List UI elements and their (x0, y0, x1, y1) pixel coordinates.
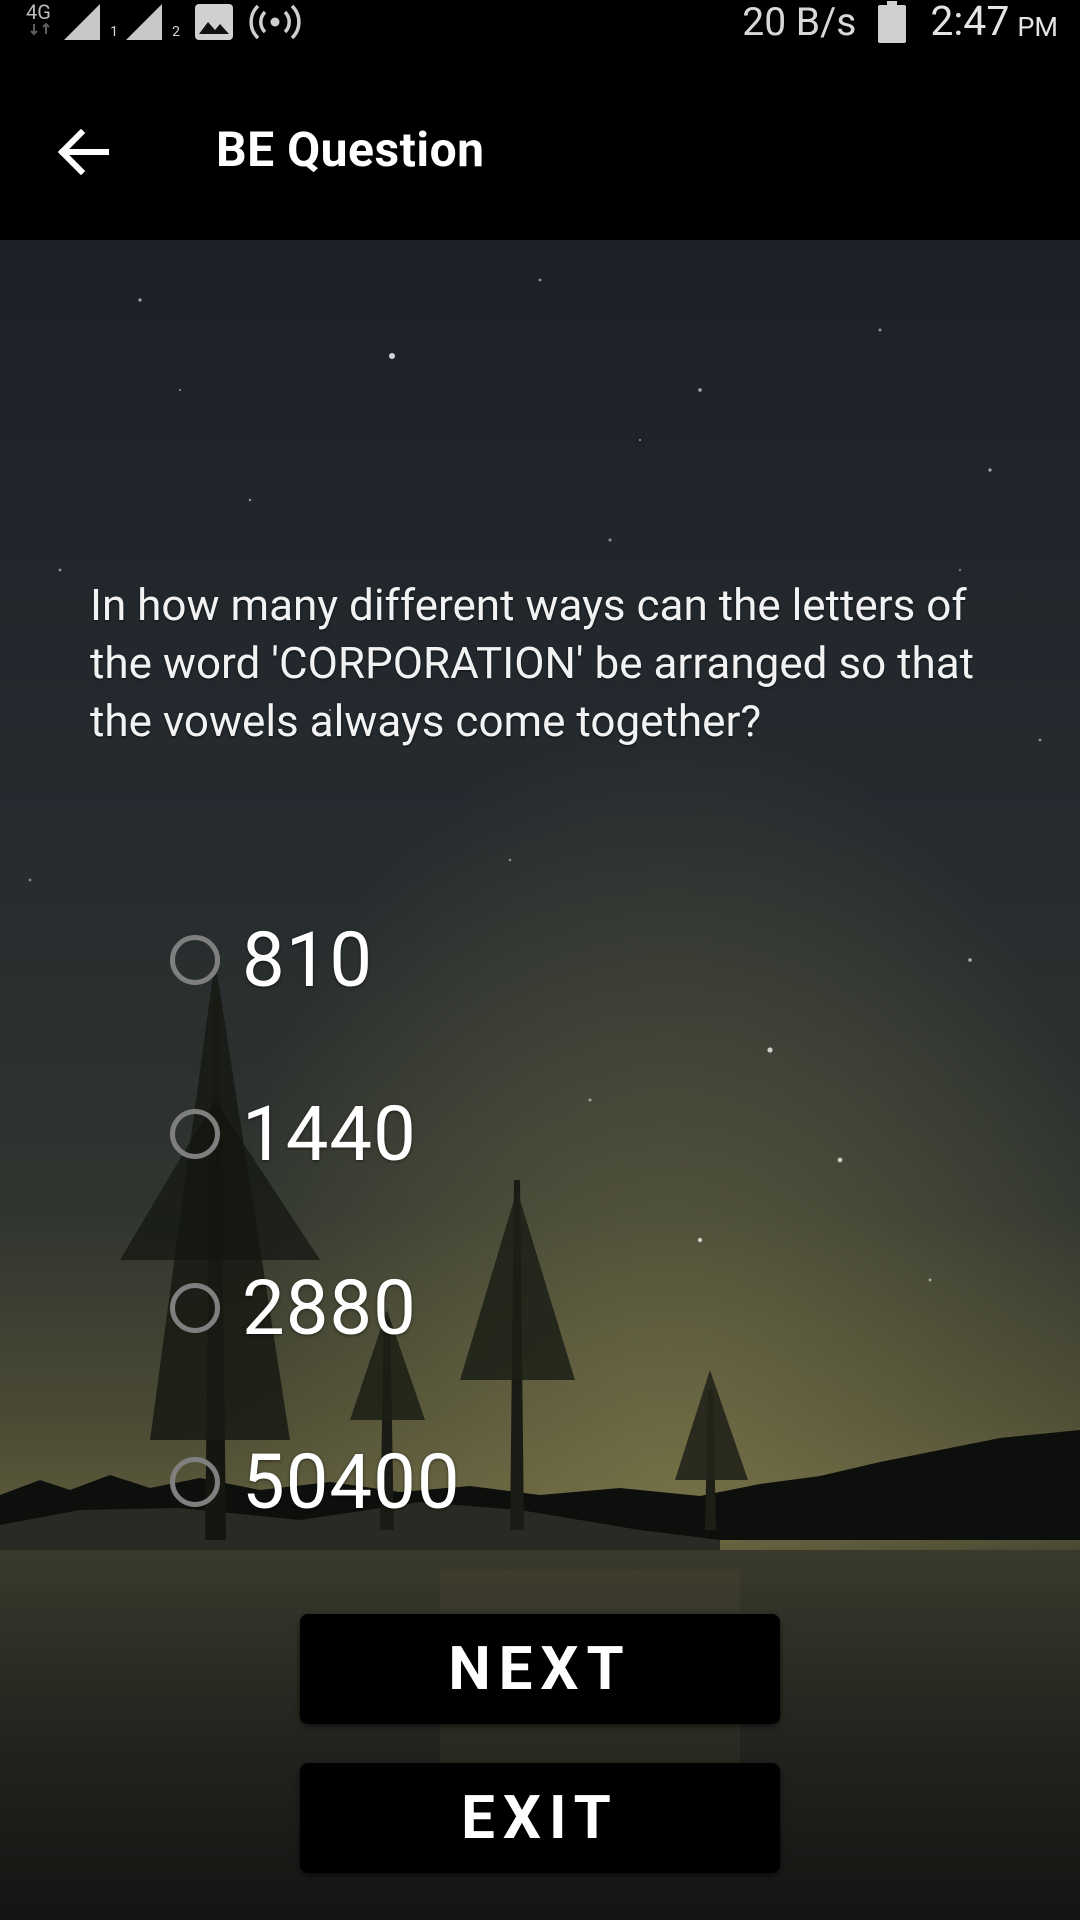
option-label: 2880 (242, 1263, 417, 1353)
status-left-icons: 4G 1 2 (22, 0, 302, 44)
option-1440[interactable]: 1440 (170, 1074, 417, 1194)
option-50400[interactable]: 50400 (170, 1422, 461, 1542)
option-label: 50400 (242, 1437, 461, 1527)
option-810[interactable]: 810 (170, 900, 373, 1020)
network-speed: 20 B/s (742, 0, 857, 45)
back-button[interactable] (44, 112, 124, 192)
status-right-info: 20 B/s 2:47 PM (742, 0, 1058, 46)
network-type: 4G (22, 0, 58, 44)
question-text: In how many different ways can the lette… (90, 579, 975, 747)
signal-sim1-icon: 1 (62, 0, 120, 44)
clock-time: 2:47 (930, 0, 1010, 46)
sim2-label: 2 (172, 24, 180, 40)
signal-sim2-icon: 2 (124, 0, 182, 44)
option-label: 810 (242, 915, 374, 1005)
quiz-screen: 4G 1 2 20 B/s 2:47 PM BE Question In how… (0, 0, 1080, 1920)
app-bar: BE Question (0, 60, 1080, 240)
sim1-label: 1 (110, 24, 118, 40)
battery-icon (878, 1, 907, 43)
status-bar: 4G 1 2 20 B/s 2:47 PM (0, 0, 1080, 60)
next-button[interactable]: NEXT (300, 1614, 780, 1724)
option-label: 1440 (242, 1089, 417, 1179)
radio-button[interactable] (170, 935, 220, 985)
network-type-label: 4G (26, 0, 51, 24)
exit-button[interactable]: EXIT (300, 1763, 780, 1873)
radio-button[interactable] (170, 1283, 220, 1333)
gallery-icon (195, 4, 233, 40)
hotspot-icon (249, 4, 301, 40)
option-2880[interactable]: 2880 (170, 1248, 417, 1368)
radio-button[interactable] (170, 1457, 220, 1507)
page-title: BE Question (216, 121, 485, 178)
clock-ampm: PM (1017, 11, 1058, 43)
network-arrows-icon (30, 22, 50, 36)
radio-button[interactable] (170, 1109, 220, 1159)
arrow-back-icon (58, 129, 109, 175)
